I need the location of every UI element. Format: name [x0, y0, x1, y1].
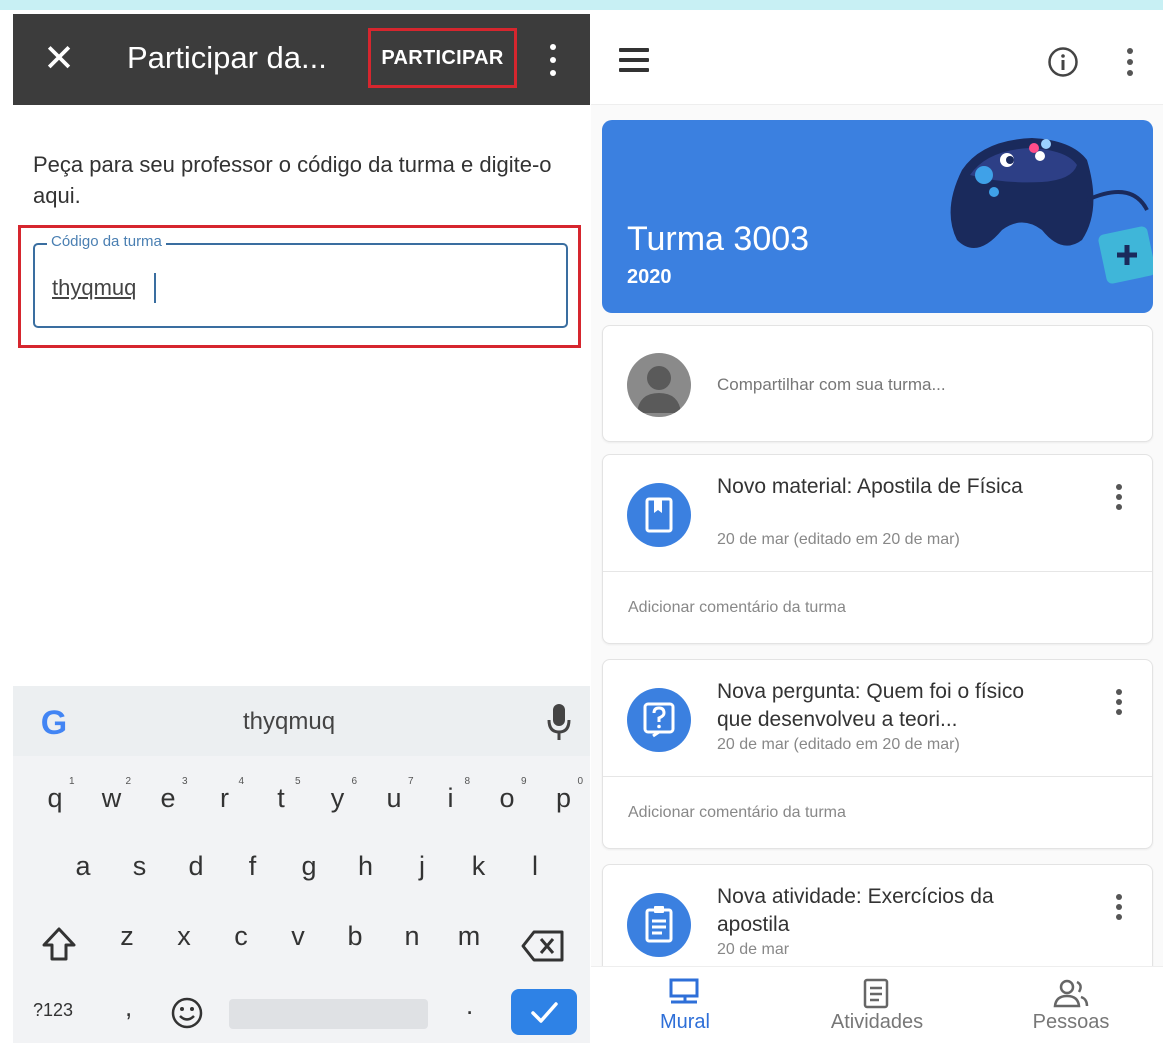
gamepad-illustration	[950, 138, 1153, 284]
share-card[interactable]: Compartilhar com sua turma...	[602, 325, 1153, 442]
key-v[interactable]: v	[278, 906, 318, 966]
post-menu-icon[interactable]	[1111, 686, 1127, 718]
share-placeholder: Compartilhar com sua turma...	[717, 375, 946, 394]
material-icon	[627, 483, 691, 547]
microphone-icon[interactable]	[545, 702, 573, 742]
suggestion-word[interactable]: thyqmuq	[243, 708, 335, 736]
emoji-icon[interactable]	[170, 996, 204, 1030]
post-date: 20 de mar (editado em 20 de mar)	[717, 736, 960, 753]
overflow-menu-icon[interactable]	[1122, 44, 1138, 80]
key-hint: 1	[69, 776, 75, 787]
backspace-icon[interactable]	[520, 926, 566, 966]
key-g[interactable]: g	[289, 836, 329, 896]
key-h[interactable]: h	[346, 836, 386, 896]
post-menu-icon[interactable]	[1111, 891, 1127, 923]
join-app-bar: ✕ Participar da... PARTICIPAR	[13, 14, 590, 105]
post-date: 20 de mar	[717, 941, 790, 958]
post-menu-icon[interactable]	[1111, 481, 1127, 513]
key-l[interactable]: l	[515, 836, 555, 896]
class-code-field[interactable]: Código da turma thyqmuq	[33, 233, 568, 328]
nav-people[interactable]: Pessoas	[1001, 977, 1141, 1041]
class-code-label: Código da turma	[47, 233, 166, 250]
key-hint: 6	[351, 776, 358, 787]
keyboard: G thyqmuq q1w2e3r4t5y6u7i8o9p0 asdfghjkl…	[13, 686, 590, 1043]
key-b[interactable]: b	[335, 906, 375, 966]
nav-classwork-label: Atividades	[830, 1011, 924, 1033]
join-instructions: Peça para seu professor o código da turm…	[33, 152, 552, 208]
key-j[interactable]: j	[402, 836, 442, 896]
post-title: Nova pergunta: Quem foi o físico que des…	[717, 680, 1024, 731]
bottom-navigation: Mural Atividades Pessoas	[591, 966, 1163, 1043]
post-date: 20 de mar (editado em 20 de mar)	[717, 531, 960, 548]
class-code-value: thyqmuq	[52, 275, 137, 300]
key-n[interactable]: n	[392, 906, 432, 966]
nav-people-label: Pessoas	[1032, 1011, 1110, 1033]
key-row-2: asdfghjkl	[13, 836, 590, 896]
symbols-key[interactable]: ?123	[33, 1000, 73, 1021]
comma-key[interactable]: ,	[125, 992, 132, 1023]
google-icon[interactable]: G	[35, 704, 73, 742]
class-banner[interactable]: Turma 3003 2020	[602, 120, 1153, 313]
post-title: Nova atividade: Exercícios da apostila	[717, 885, 994, 936]
key-hint: 9	[521, 776, 527, 787]
key-z[interactable]: z	[107, 906, 147, 966]
key-s[interactable]: s	[120, 836, 160, 896]
people-icon	[1053, 979, 1089, 1008]
avatar	[627, 353, 691, 417]
space-key[interactable]	[229, 999, 428, 1029]
key-f[interactable]: f	[233, 836, 273, 896]
join-title: Participar da...	[127, 40, 327, 75]
key-c[interactable]: c	[221, 906, 261, 966]
close-icon[interactable]: ✕	[39, 36, 79, 82]
stream-post[interactable]: Nova pergunta: Quem foi o físico que des…	[602, 659, 1153, 849]
key-a[interactable]: a	[63, 836, 103, 896]
add-comment-link[interactable]: Adicionar comentário da turma	[628, 804, 846, 822]
stream-app-bar	[591, 14, 1163, 105]
shift-icon[interactable]	[39, 924, 79, 964]
class-name: Turma 3003	[627, 220, 810, 258]
overflow-menu-icon[interactable]	[540, 40, 566, 80]
info-icon[interactable]	[1047, 46, 1079, 78]
enter-key[interactable]	[511, 989, 577, 1035]
key-row-3: zxcvbnm	[13, 906, 590, 966]
class-year: 2020	[627, 266, 672, 288]
key-hint: 8	[464, 776, 471, 787]
key-hint: 5	[295, 776, 301, 787]
post-title: Novo material: Apostila de Física	[717, 475, 1023, 498]
add-comment-link[interactable]: Adicionar comentário da turma	[628, 599, 846, 617]
post-divider	[603, 571, 1152, 572]
key-hint: 7	[408, 776, 414, 787]
key-m[interactable]: m	[449, 906, 489, 966]
question-icon	[627, 688, 691, 752]
classwork-icon	[863, 978, 889, 1009]
key-k[interactable]: k	[459, 836, 499, 896]
key-row-1: q1w2e3r4t5y6u7i8o9p0	[13, 768, 590, 828]
stream-post[interactable]: Novo material: Apostila de Física 20 de m…	[602, 454, 1153, 644]
period-key[interactable]: .	[466, 990, 473, 1021]
menu-icon[interactable]	[619, 48, 649, 72]
top-border	[0, 0, 1163, 10]
key-d[interactable]: d	[176, 836, 216, 896]
key-hint: 3	[182, 776, 188, 787]
post-divider	[603, 776, 1152, 777]
key-hint: 0	[577, 776, 584, 787]
stream-icon	[669, 978, 699, 1004]
nav-stream[interactable]: Mural	[615, 977, 755, 1041]
suggestion-bar: G thyqmuq	[13, 686, 590, 756]
join-button[interactable]: PARTICIPAR	[368, 28, 517, 88]
user-icon	[637, 366, 681, 413]
key-x[interactable]: x	[164, 906, 204, 966]
assignment-icon	[627, 893, 691, 957]
class-stream-screen: Turma 3003 2020 Compartilhar com sua tur…	[591, 14, 1163, 1043]
join-class-screen: ✕ Participar da... PARTICIPAR Peça para …	[13, 14, 590, 1043]
screenshot-frame: ✕ Participar da... PARTICIPAR Peça para …	[0, 0, 1163, 1043]
check-icon	[531, 1002, 558, 1023]
nav-stream-label: Mural	[659, 1011, 710, 1033]
nav-classwork[interactable]: Atividades	[807, 977, 947, 1041]
key-hint: 4	[238, 776, 245, 787]
text-caret	[154, 273, 156, 303]
key-hint: 2	[125, 776, 132, 787]
